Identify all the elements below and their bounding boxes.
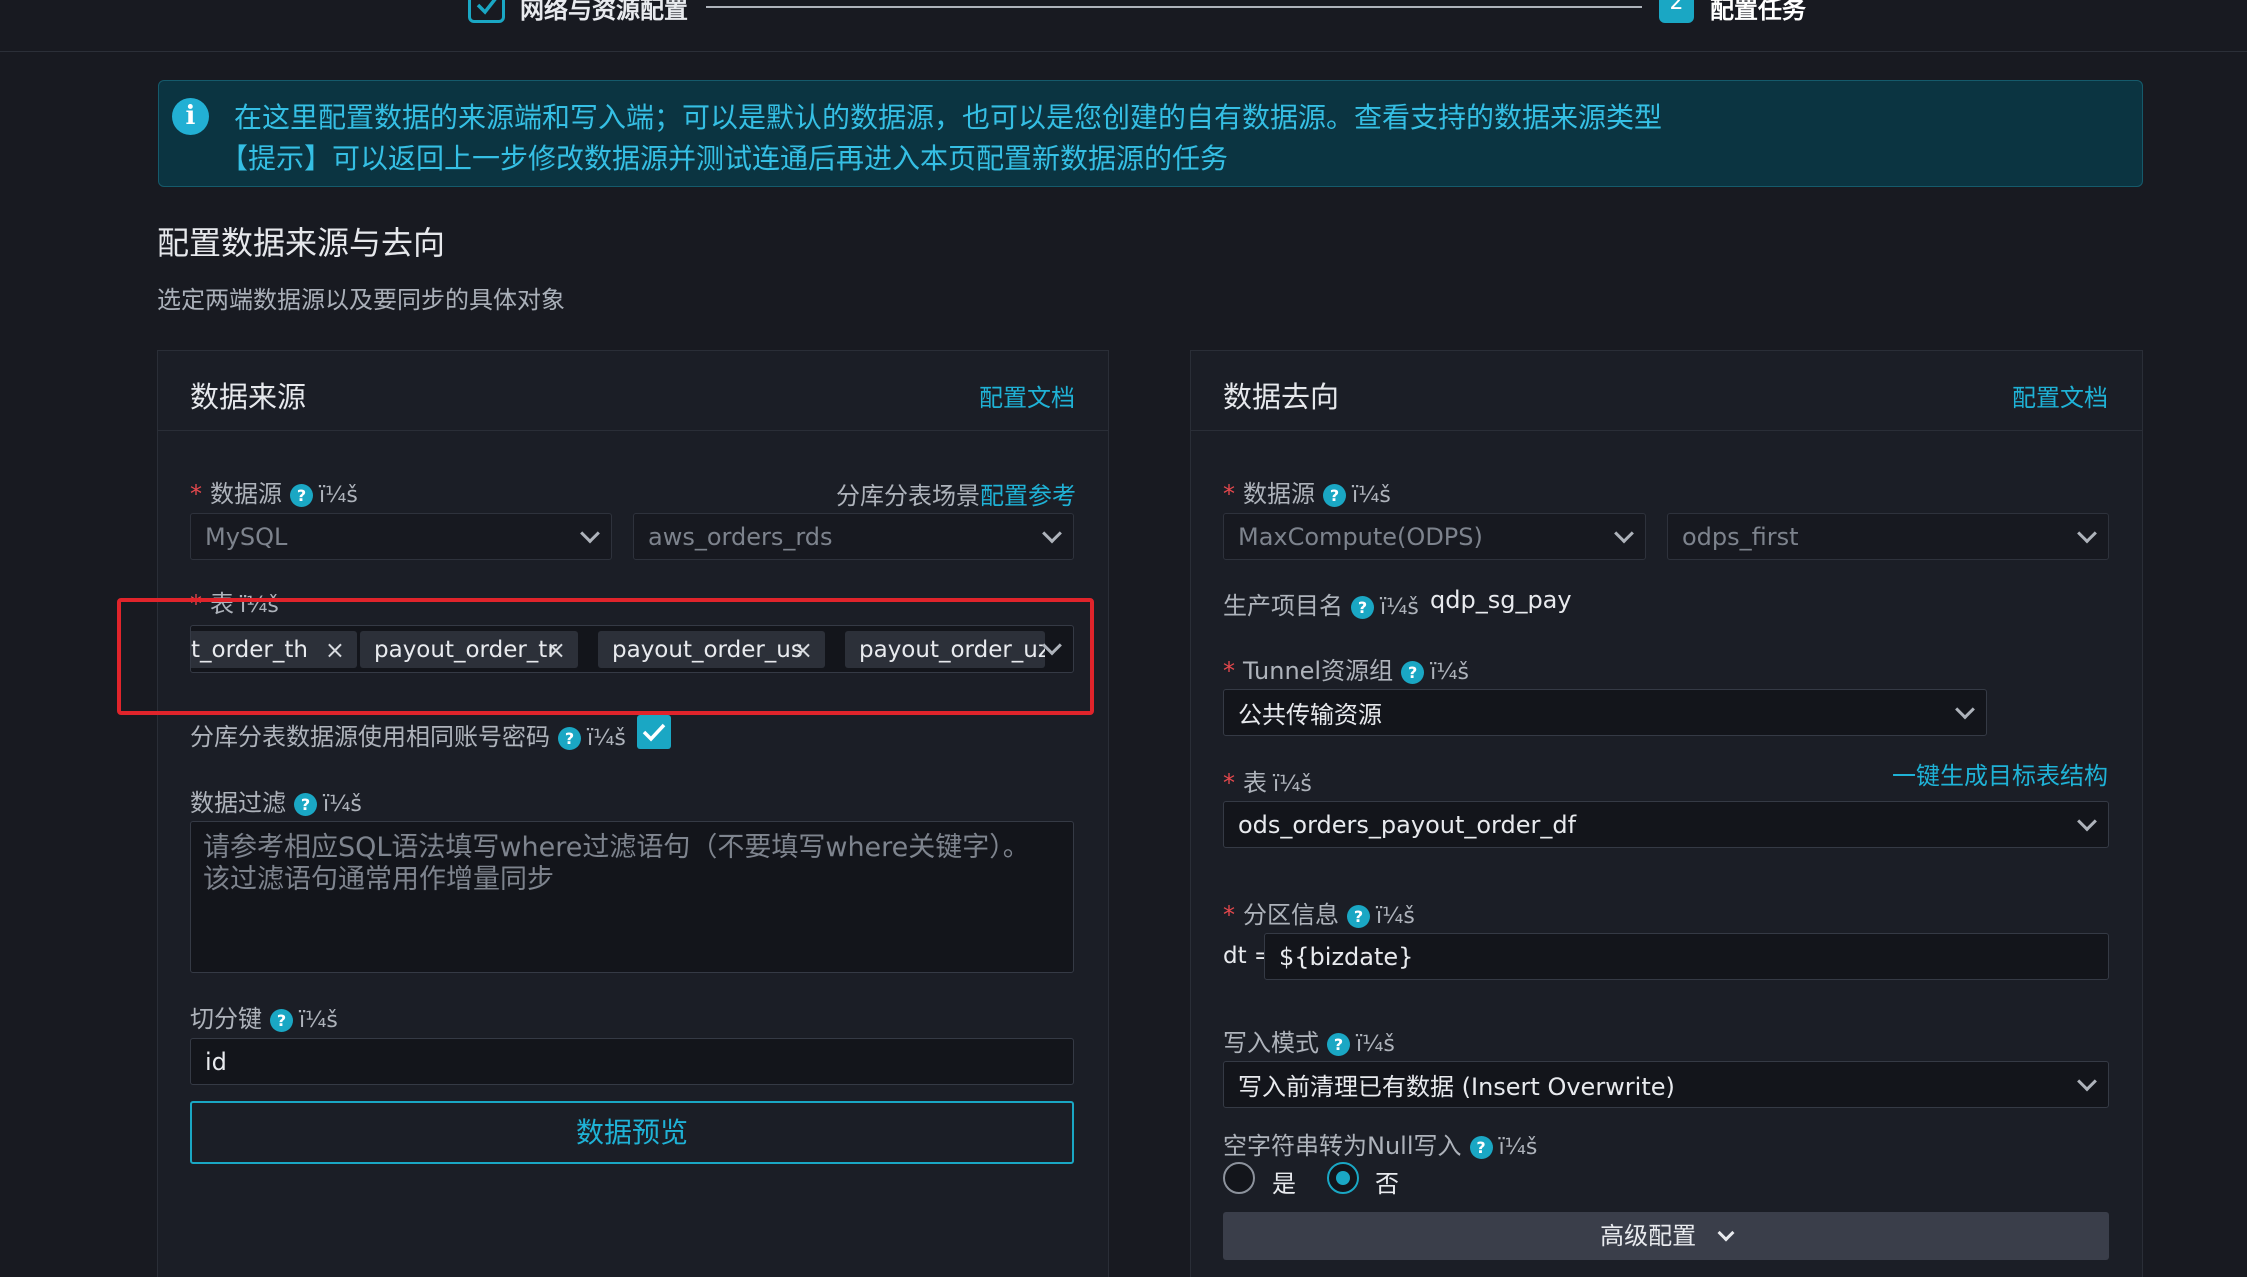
tunnel-label: * Tunnel资源组? ï¼š [1223, 657, 1469, 685]
source-panel-title: 数据来源 [190, 380, 307, 414]
chevron-down-icon [1955, 699, 1975, 719]
chevron-down-icon [580, 523, 600, 543]
step2-number: 2 [1659, 0, 1694, 23]
section-subtitle: 选定两端数据源以及要同步的具体对象 [157, 286, 565, 314]
required-mark: * [1223, 657, 1235, 685]
required-mark: * [1223, 480, 1235, 508]
chevron-down-icon [2077, 1071, 2097, 1091]
chevron-down-icon [1717, 1224, 1735, 1242]
empty-null-label: 空字符串转为Null写入? ï¼š [1223, 1132, 1538, 1160]
help-icon[interactable]: ? [1323, 484, 1346, 507]
data-filter-textarea[interactable]: 请参考相应SQL语法填写where过滤语句（不要填写where关键字）。该过滤语… [190, 821, 1074, 973]
advanced-config-label: 高级配置 [1600, 1222, 1697, 1250]
same-account-checkbox[interactable] [637, 715, 671, 749]
split-key-label: 切分键? ï¼š [190, 1005, 338, 1033]
help-icon[interactable]: ? [294, 793, 317, 816]
chevron-down-icon [1614, 523, 1634, 543]
help-icon[interactable]: ? [1401, 661, 1425, 684]
section-title: 配置数据来源与去向 [157, 224, 446, 262]
target-table-select[interactable]: ods_orders_payout_order_df [1223, 801, 2109, 848]
advanced-config-button[interactable]: 高级配置 [1223, 1212, 2109, 1260]
target-panel-divider [1191, 430, 2142, 431]
target-name-select[interactable]: odps_first [1667, 513, 2109, 560]
target-panel-title: 数据去向 [1223, 380, 1340, 414]
sharding-reference-link[interactable]: 配置参考 [980, 482, 1076, 510]
radio-yes-label[interactable]: 是 [1272, 1164, 1296, 1199]
help-icon[interactable]: ? [1347, 905, 1370, 928]
source-doc-link[interactable]: 配置文档 [979, 378, 1075, 413]
help-icon[interactable]: ? [1327, 1033, 1350, 1056]
partition-input[interactable]: ${bizdate} [1264, 933, 2109, 980]
target-type-select[interactable]: MaxCompute(ODPS) [1223, 513, 1646, 560]
check-icon [642, 723, 666, 742]
chevron-down-icon [1042, 523, 1062, 543]
source-name-select[interactable]: aws_orders_rds [633, 513, 1074, 560]
required-mark: * [1223, 769, 1235, 797]
required-mark: * [190, 480, 202, 508]
radio-yes[interactable] [1223, 1162, 1255, 1194]
project-name-label: 生产项目名? ï¼š [1223, 592, 1419, 620]
generate-table-link[interactable]: 一键生成目标表结构 [1892, 756, 2108, 791]
split-key-input[interactable]: id [190, 1038, 1074, 1085]
partition-label: * 分区信息? ï¼š [1223, 901, 1415, 929]
step2-label: 配置任务 [1710, 0, 1806, 24]
step-connector [706, 6, 1642, 8]
source-datasource-label: * 数据源? ï¼š [190, 480, 358, 508]
required-mark: * [1223, 901, 1235, 929]
help-icon[interactable]: ? [270, 1009, 293, 1032]
help-icon[interactable]: ? [1469, 1136, 1493, 1159]
write-mode-select[interactable]: 写入前清理已有数据 (Insert Overwrite) [1223, 1061, 2109, 1108]
info-icon: i [172, 98, 209, 135]
source-type-select[interactable]: MySQL [190, 513, 612, 560]
help-icon[interactable]: ? [558, 727, 581, 750]
chevron-down-icon [2077, 811, 2097, 831]
help-icon[interactable]: ? [290, 484, 313, 507]
project-name-value: qdp_sg_pay [1430, 586, 1572, 614]
target-datasource-label: * 数据源? ï¼š [1223, 480, 1391, 508]
radio-no-label[interactable]: 否 [1375, 1164, 1399, 1199]
help-icon[interactable]: ? [1351, 596, 1374, 619]
target-doc-link[interactable]: 配置文档 [2012, 378, 2108, 413]
step1-label[interactable]: 网络与资源配置 [520, 0, 688, 25]
tunnel-select[interactable]: 公共传输资源 [1223, 689, 1987, 736]
highlight-box [117, 598, 1094, 715]
sharding-hint: 分库分表场景配置参考 [836, 482, 1076, 510]
data-preview-button[interactable]: 数据预览 [190, 1101, 1074, 1164]
same-account-label: 分库分表数据源使用相同账号密码? ï¼š [190, 723, 626, 751]
target-table-label: * 表 ï¼š [1223, 769, 1312, 797]
write-mode-label: 写入模式? ï¼š [1223, 1029, 1395, 1057]
chevron-down-icon [2077, 523, 2097, 543]
step1-done-icon [468, 0, 505, 23]
radio-no[interactable] [1327, 1162, 1359, 1194]
source-panel-divider [158, 430, 1108, 431]
banner-line-1: 在这里配置数据的来源端和写入端；可以是默认的数据源，也可以是您创建的自有数据源。… [234, 101, 1663, 134]
banner-line-2: 【提示】可以返回上一步修改数据源并测试连通后再进入本页配置新数据源的任务 [220, 142, 1229, 175]
data-filter-label: 数据过滤? ï¼š [190, 789, 362, 817]
data-filter-placeholder: 请参考相应SQL语法填写where过滤语句（不要填写where关键字）。该过滤语… [203, 832, 1030, 895]
